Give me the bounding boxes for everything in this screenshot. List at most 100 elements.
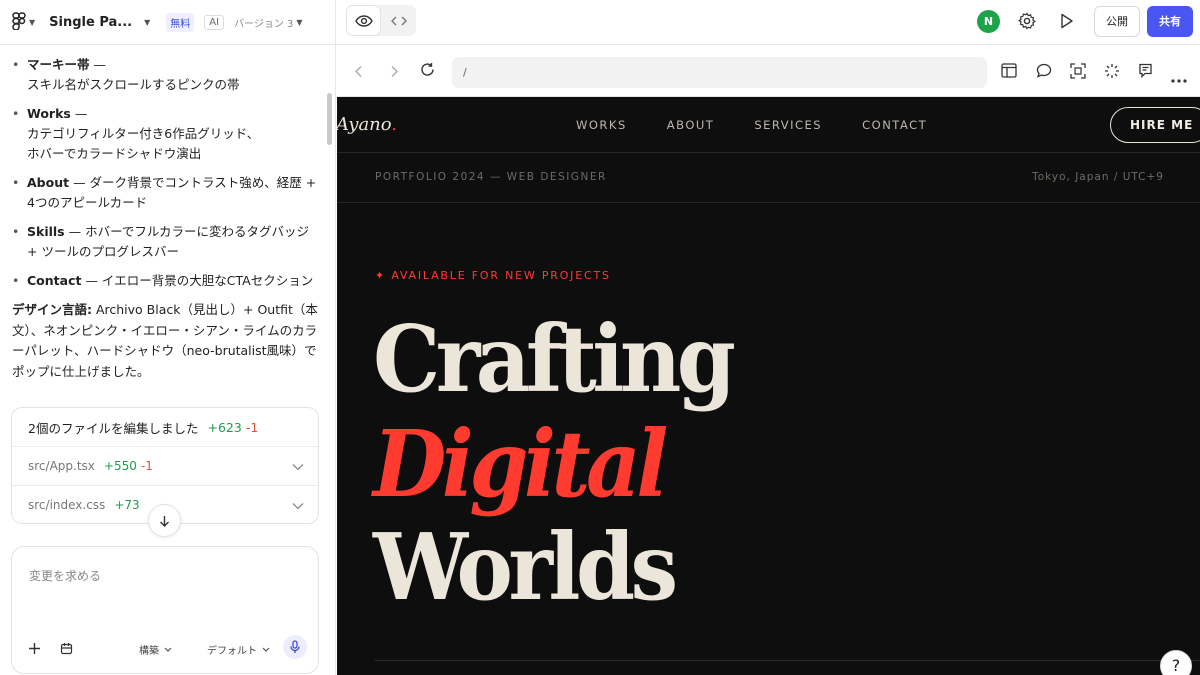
site-nav: Ayano. WORKS ABOUT SERVICES CONTACT HIRE… [337, 97, 1200, 153]
forward-button[interactable] [390, 63, 399, 82]
list-item: マーキー帯 — スキル名がスクロールするピンクの帯 [12, 55, 320, 95]
publish-button[interactable]: 公開 [1094, 5, 1140, 37]
design-summary: デザイン言語: Archivo Black（見出し）+ Outfit（本文）、ネ… [12, 300, 320, 382]
note-icon [1139, 63, 1152, 79]
voice-input-button[interactable] [283, 635, 307, 659]
prompt-composer[interactable]: 変更を求める 構築 デフォルト [11, 546, 319, 674]
prompt-input-placeholder[interactable]: 変更を求める [29, 567, 101, 584]
version-selector[interactable]: バージョン 3 ▼ [234, 15, 303, 30]
help-button[interactable]: ? [1160, 650, 1192, 675]
play-icon [1061, 13, 1073, 29]
project-header: ▼ Single Pa... ▼ 無料 AI バージョン 3 ▼ [0, 0, 336, 45]
item-text: — [70, 106, 88, 121]
nav-link-about[interactable]: ABOUT [667, 118, 715, 132]
site-meta-bar: PORTFOLIO 2024 — WEB DESIGNER Tokyo, Jap… [337, 153, 1200, 203]
code-view-button[interactable] [381, 5, 416, 36]
mode-label: 構築 [139, 646, 159, 657]
scroll-down-button[interactable] [148, 504, 181, 537]
arrow-down-icon [160, 515, 169, 527]
additions-count: +73 [114, 498, 140, 512]
availability-label: ✦ AVAILABLE FOR NEW PROJECTS [375, 269, 611, 282]
item-text: ホバーでカラードシャドウ演出 [27, 146, 202, 161]
hero-headline-line: Digital [373, 410, 668, 518]
chevron-down-icon [292, 460, 304, 474]
preview-toolbar: / [337, 45, 1200, 97]
item-text: スキル名がスクロールするピンクの帯 [27, 77, 240, 92]
app: ▼ Single Pa... ▼ 無料 AI バージョン 3 ▼ N 公開 共有… [0, 0, 1200, 675]
item-title: About [27, 175, 70, 190]
reload-icon [421, 63, 434, 76]
plus-icon [29, 643, 40, 654]
list-item: Skills — ホバーでフルカラーに変わるタグバッジ + ツールのプログレスバ… [12, 222, 320, 262]
reload-button[interactable] [420, 62, 435, 81]
hero-headline-line: Worlds [373, 513, 678, 621]
add-button[interactable] [28, 640, 41, 659]
settings-button[interactable] [1014, 8, 1040, 34]
notes-button[interactable] [1138, 63, 1153, 82]
chat-scrollbar[interactable] [327, 93, 332, 145]
calendar-icon [60, 643, 73, 655]
logo-text: Ayano [337, 114, 392, 135]
file-name: src/App.tsx [28, 459, 95, 473]
list-item: Contact — イエロー背景の大胆なCTAセクション [12, 271, 320, 291]
chevron-down-icon [262, 647, 270, 652]
code-icon [390, 16, 407, 25]
item-text: — イエロー背景の大胆なCTAセクション [81, 273, 314, 288]
chevron-down-icon: ▼ [29, 18, 36, 27]
hire-me-button[interactable]: HIRE ME [1110, 107, 1200, 143]
nav-link-services[interactable]: SERVICES [754, 118, 822, 132]
item-title: Skills [27, 224, 65, 239]
location-label: Tokyo, Japan / UTC+9 [1032, 171, 1164, 183]
model-selector[interactable]: デフォルト [207, 642, 270, 657]
responsive-button[interactable] [1001, 63, 1017, 82]
share-button[interactable]: 共有 [1147, 5, 1193, 37]
top-bar: ▼ Single Pa... ▼ 無料 AI バージョン 3 ▼ N 公開 共有 [0, 0, 1200, 45]
item-title: Works [27, 106, 71, 121]
chat-bubble-icon [1036, 63, 1052, 78]
visual-edit-button[interactable] [1104, 63, 1120, 83]
scan-icon [1070, 63, 1086, 79]
additions-count: +623 [207, 419, 242, 435]
comment-button[interactable] [1036, 63, 1052, 82]
website-preview: Ayano. WORKS ABOUT SERVICES CONTACT HIRE… [337, 97, 1200, 675]
attach-button[interactable] [60, 640, 73, 659]
chat-panel: マーキー帯 — スキル名がスクロールするピンクの帯 Works — カテゴリフィ… [0, 45, 336, 675]
item-text: カテゴリフィルター付き6作品グリッド、 [27, 126, 260, 141]
more-button[interactable] [1171, 68, 1187, 87]
chevron-down-icon[interactable]: ▼ [144, 18, 150, 27]
select-element-button[interactable] [1070, 63, 1086, 83]
deletions-count: -1 [140, 459, 153, 473]
hero-headline-line: Crafting [373, 305, 736, 413]
nav-link-works[interactable]: WORKS [576, 118, 627, 132]
model-label: デフォルト [207, 646, 257, 657]
site-logo[interactable]: Ayano. [337, 114, 397, 135]
additions-count: +550 [103, 459, 137, 473]
file-row-app[interactable]: src/App.tsx +550 -1 [12, 447, 318, 486]
item-title: マーキー帯 [27, 57, 90, 72]
site-nav-links: WORKS ABOUT SERVICES CONTACT [576, 118, 927, 132]
app-menu[interactable]: ▼ [12, 11, 36, 34]
gear-icon [1018, 12, 1036, 30]
preview-view-button[interactable] [346, 5, 381, 36]
file-name: src/index.css [28, 498, 106, 512]
feature-list: マーキー帯 — スキル名がスクロールするピンクの帯 Works — カテゴリフィ… [12, 55, 320, 291]
eye-icon [354, 14, 373, 27]
avatar[interactable]: N [977, 9, 1000, 33]
top-actions: N 公開 共有 [977, 5, 1193, 37]
chevron-right-icon [391, 66, 398, 77]
assistant-message: マーキー帯 — スキル名がスクロールするピンクの帯 Works — カテゴリフィ… [12, 55, 320, 382]
more-horizontal-icon [1171, 79, 1187, 83]
version-label: バージョン 3 [234, 19, 294, 30]
url-input[interactable]: / [452, 57, 987, 88]
list-item: About — ダーク背景でコントラスト強め、経歴 + 4つのアピールカード [12, 173, 320, 213]
design-title: デザイン言語: [12, 302, 92, 317]
portfolio-label: PORTFOLIO 2024 — WEB DESIGNER [375, 171, 607, 183]
sparkle-cursor-icon [1105, 64, 1119, 78]
nav-link-contact[interactable]: CONTACT [862, 118, 927, 132]
run-button[interactable] [1054, 8, 1080, 34]
chevron-down-icon: ▼ [296, 18, 303, 27]
mode-selector[interactable]: 構築 [139, 642, 172, 657]
back-button[interactable] [354, 63, 363, 82]
plan-badge: 無料 [166, 13, 195, 32]
project-title[interactable]: Single Pa... [49, 15, 132, 30]
